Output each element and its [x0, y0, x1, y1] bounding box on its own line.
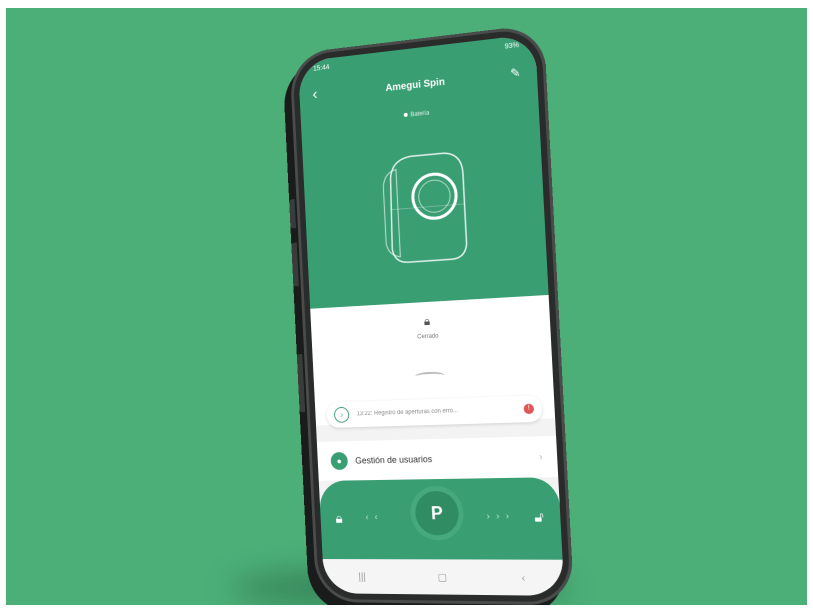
volume-up-button [289, 199, 297, 229]
promo-background: 15:44 93% ‹ Amegui Spin ✎ Batería 🔒︎ Cer… [6, 8, 807, 605]
back-arrow-icon[interactable]: ‹ [312, 86, 318, 104]
page-title: Amegui Spin [385, 76, 446, 94]
device-header-area: 15:44 93% ‹ Amegui Spin ✎ Batería [297, 33, 549, 309]
battery-text: Batería [410, 110, 430, 119]
battery-dot-icon [403, 112, 408, 118]
system-nav-bar: ||| ▢ ‹ [322, 560, 565, 596]
status-time: 15:44 [312, 64, 330, 73]
unlock-icon[interactable]: 🔓︎ [534, 508, 544, 526]
volume-down-button [291, 242, 299, 287]
smart-lock-illustration [368, 142, 481, 270]
bell-icon: ♪ [333, 406, 350, 423]
phone-device: 15:44 93% ‹ Amegui Spin ✎ Batería 🔒︎ Cer… [289, 23, 575, 605]
padlock-icon: 🔒︎ [423, 313, 431, 329]
key-slider-button[interactable]: P [414, 490, 460, 536]
alert-badge: ! [523, 403, 535, 415]
lock-icon[interactable]: 🔒︎ [335, 510, 343, 527]
lock-control-bar: 🔒︎ ‹ ‹ P › › › 🔓︎ [318, 477, 563, 560]
chevron-right-icon: › [538, 451, 543, 463]
side-button [296, 353, 306, 413]
arrows-left-icon: ‹ ‹ [365, 511, 380, 522]
user-management-label: Gestión de usuarios [354, 454, 433, 466]
notification-text: 13:22: Registro de aperturas con erro... [356, 408, 459, 418]
status-battery: 93% [504, 41, 520, 51]
lock-status-label: Cerrado [417, 333, 439, 341]
home-icon[interactable]: ▢ [437, 572, 447, 583]
drawer-handle[interactable] [415, 371, 445, 381]
edit-pencil-icon[interactable]: ✎ [510, 65, 521, 80]
phone-screen: 15:44 93% ‹ Amegui Spin ✎ Batería 🔒︎ Cer… [297, 33, 565, 596]
user-management-row[interactable]: ● Gestión de usuarios › [316, 435, 559, 481]
back-nav-icon[interactable]: ‹ [521, 572, 525, 583]
arrows-right-icon: › › › [486, 510, 512, 521]
recent-apps-icon[interactable]: ||| [358, 571, 366, 582]
user-icon: ● [330, 452, 349, 470]
